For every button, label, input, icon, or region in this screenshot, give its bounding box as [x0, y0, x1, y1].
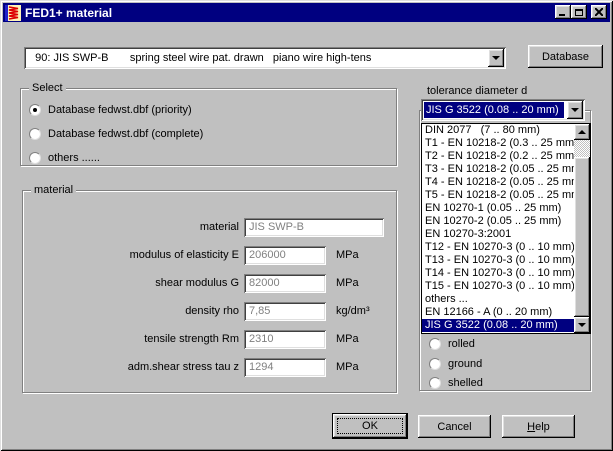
list-item[interactable]: T13 - EN 10270-3 (0 .. 10 mm): [422, 254, 574, 267]
tolerance-combobox-arrow[interactable]: [567, 101, 583, 119]
radio-option-rolled[interactable]: rolled: [429, 337, 475, 350]
material-name-field[interactable]: JIS SWP-B: [244, 218, 384, 237]
material-group: material material JIS SWP-B modulus of e…: [22, 190, 397, 393]
help-button[interactable]: Help: [502, 415, 575, 438]
list-item[interactable]: EN 10270-2 (0.05 .. 25 mm): [422, 215, 574, 228]
minimize-button[interactable]: [555, 5, 571, 19]
radio-option-ground[interactable]: ground: [429, 357, 482, 370]
select-group: Select Database fedwst.dbf (priority) Da…: [20, 88, 397, 166]
database-button[interactable]: Database: [528, 45, 603, 68]
field-label-elasticity: modulus of elasticity E: [31, 246, 239, 265]
list-item[interactable]: others ...: [422, 293, 574, 306]
select-group-title: Select: [29, 82, 66, 95]
window-title: FED1+ material: [25, 6, 112, 20]
list-item[interactable]: T14 - EN 10270-3 (0 .. 10 mm): [422, 267, 574, 280]
field-label-shear-stress: adm.shear stress tau z: [31, 358, 239, 377]
radio-icon: [429, 377, 441, 389]
list-item[interactable]: EN 12166 - A (0 .. 20 mm): [422, 306, 574, 319]
list-item[interactable]: T2 - EN 10218-2 (0.2 .. 25 mm): [422, 150, 574, 163]
unit-label: MPa: [336, 330, 359, 349]
radio-icon: [29, 128, 41, 140]
list-item[interactable]: T4 - EN 10218-2 (0.05 .. 25 mm): [422, 176, 574, 189]
cancel-button[interactable]: Cancel: [418, 415, 491, 438]
tolerance-combobox-value: JIS G 3522 (0.08 .. 20 mm): [424, 102, 564, 118]
material-combobox-arrow[interactable]: [488, 49, 504, 67]
radio-icon: [429, 358, 441, 370]
radio-icon: [29, 152, 41, 164]
list-item-selected[interactable]: JIS G 3522 (0.08 .. 20 mm): [422, 319, 574, 332]
unit-label: MPa: [336, 274, 359, 293]
unit-label: MPa: [336, 358, 359, 377]
material-combobox-value: 90: JIS SWP-B spring steel wire pat. dra…: [27, 50, 485, 66]
material-group-title: material: [31, 184, 76, 197]
radio-option-db-complete[interactable]: Database fedwst.dbf (complete): [29, 127, 203, 140]
radio-icon: [29, 104, 41, 116]
tolerance-combobox[interactable]: JIS G 3522 (0.08 .. 20 mm): [421, 99, 585, 121]
radio-option-db-priority[interactable]: Database fedwst.dbf (priority): [29, 103, 192, 116]
list-item[interactable]: T5 - EN 10218-2 (0.05 .. 25 mm): [422, 189, 574, 202]
field-label-density: density rho: [31, 302, 239, 321]
maximize-button[interactable]: [571, 5, 587, 19]
list-item[interactable]: EN 10270-1 (0.05 .. 25 mm): [422, 202, 574, 215]
unit-label: MPa: [336, 246, 359, 265]
app-icon: [5, 5, 21, 21]
chevron-down-icon: [492, 56, 500, 60]
arrow-up-icon: [578, 130, 586, 134]
arrow-down-icon: [578, 323, 586, 327]
material-combobox[interactable]: 90: JIS SWP-B spring steel wire pat. dra…: [24, 47, 506, 69]
radio-option-shelled[interactable]: shelled: [429, 376, 483, 389]
ok-button[interactable]: OK: [332, 413, 408, 439]
scroll-down-button[interactable]: [574, 317, 590, 333]
close-button[interactable]: [591, 5, 607, 19]
field-label-shear-modulus: shear modulus G: [31, 274, 239, 293]
radio-option-others[interactable]: others ......: [29, 151, 100, 164]
minimize-icon: [559, 14, 565, 16]
shear-stress-field[interactable]: 1294: [244, 358, 326, 377]
list-item[interactable]: EN 10270-3:2001: [422, 228, 574, 241]
dialog-window: FED1+ material 90: JIS SWP-B spring stee…: [0, 0, 613, 451]
tolerance-dropdown-list: DIN 2077 (7 .. 80 mm) T1 - EN 10218-2 (0…: [421, 123, 591, 334]
maximize-icon: [575, 9, 583, 16]
chevron-down-icon: [571, 108, 579, 112]
unit-label: kg/dm³: [336, 302, 370, 321]
vertical-scrollbar[interactable]: [574, 124, 590, 333]
list-item[interactable]: T15 - EN 10270-3 (0 .. 10 mm): [422, 280, 574, 293]
tolerance-diameter-label: tolerance diameter d: [427, 85, 527, 97]
close-icon: [595, 8, 603, 16]
tensile-strength-field[interactable]: 2310: [244, 330, 326, 349]
scroll-up-button[interactable]: [574, 124, 590, 140]
elasticity-field[interactable]: 206000: [244, 246, 326, 265]
list-item[interactable]: DIN 2077 (7 .. 80 mm): [422, 124, 574, 137]
field-label-tensile-strength: tensile strength Rm: [31, 330, 239, 349]
radio-icon: [429, 338, 441, 350]
titlebar: FED1+ material: [3, 3, 610, 22]
list-item[interactable]: T1 - EN 10218-2 (0.3 .. 25 mm): [422, 137, 574, 150]
density-field[interactable]: 7,85: [244, 302, 326, 321]
field-label-material: material: [31, 218, 239, 237]
scrollbar-thumb[interactable]: [574, 157, 590, 317]
shear-modulus-field[interactable]: 82000: [244, 274, 326, 293]
list-item[interactable]: T3 - EN 10218-2 (0.05 .. 25 mm): [422, 163, 574, 176]
list-item[interactable]: T12 - EN 10270-3 (0 .. 10 mm): [422, 241, 574, 254]
